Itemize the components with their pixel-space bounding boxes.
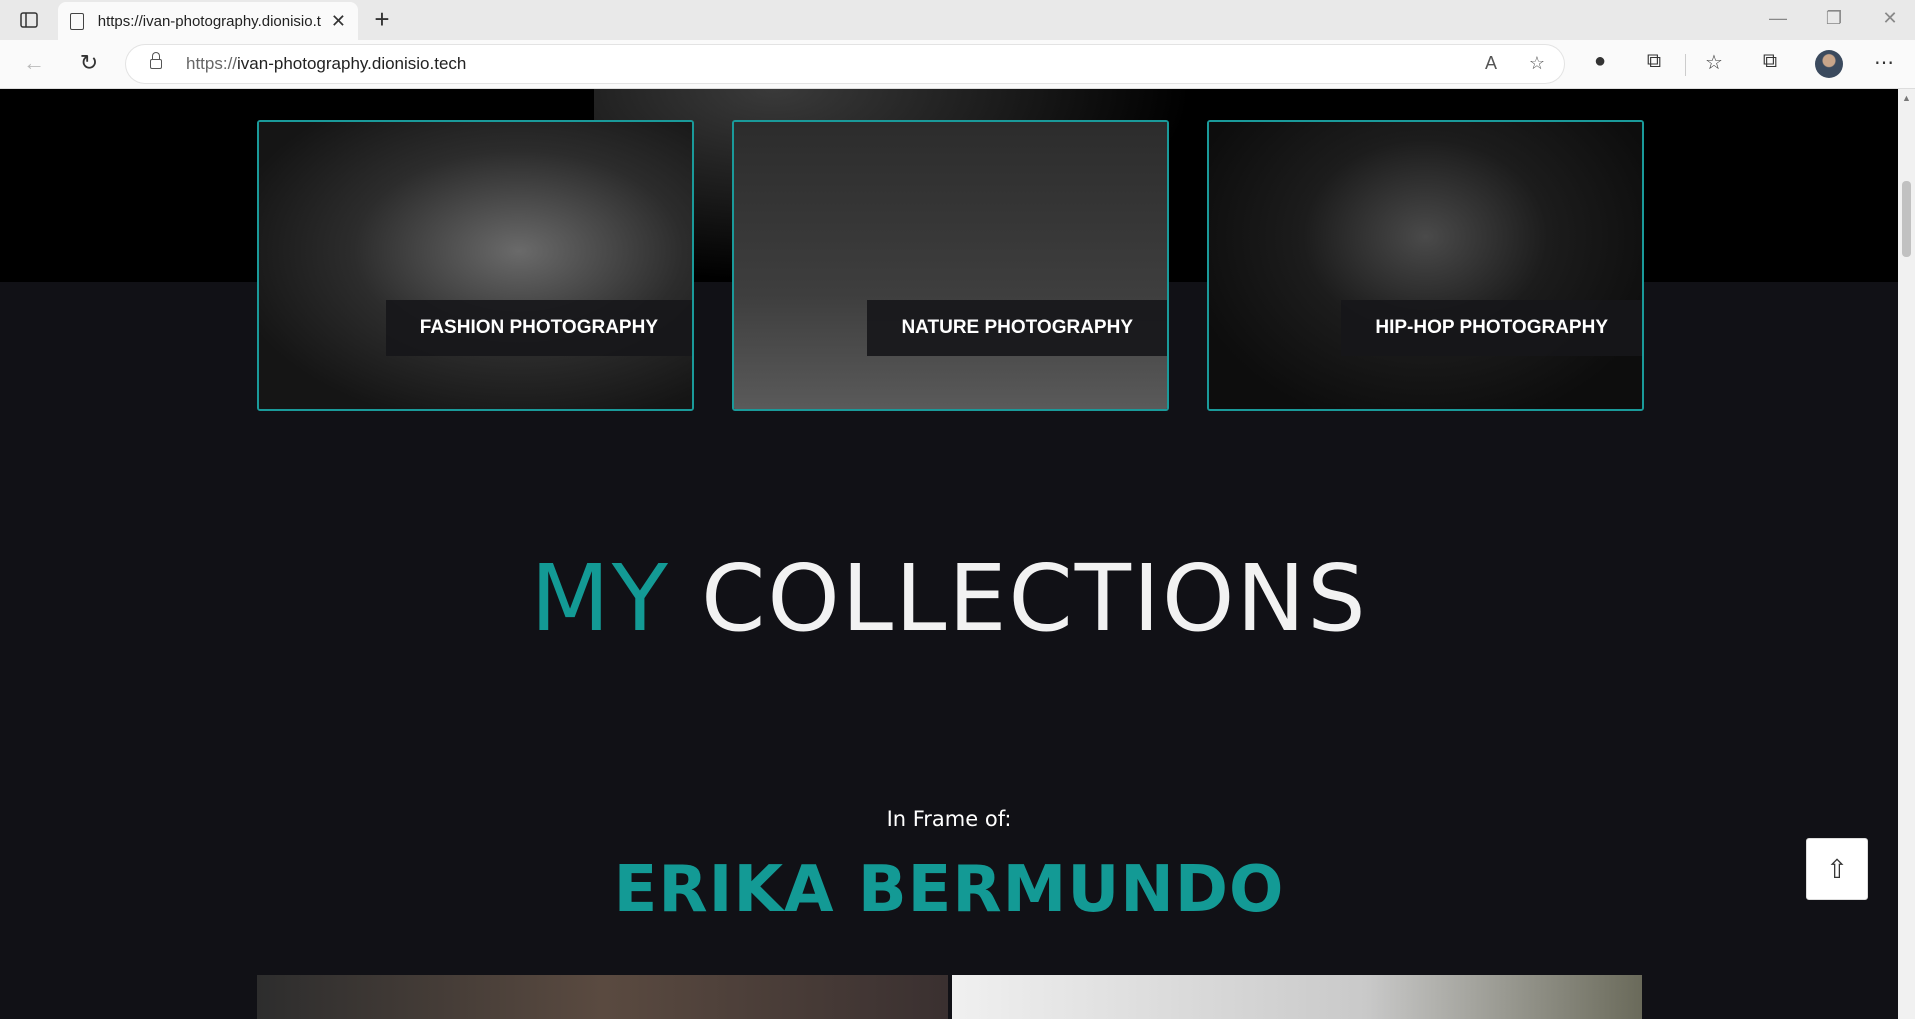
frame-label: In Frame of:: [886, 807, 1012, 831]
card-label: NATURE PHOTOGRAPHY: [867, 300, 1167, 356]
browser-tab[interactable]: https://ivan-photography.dionisio.tech ✕: [58, 2, 358, 40]
gallery-photo[interactable]: [952, 975, 1642, 1019]
nature-photo: [734, 122, 1167, 409]
close-window-icon[interactable]: ✕: [1878, 8, 1902, 29]
page-scrollbar[interactable]: ▲: [1898, 89, 1915, 1019]
tab-actions-icon[interactable]: [16, 9, 42, 31]
back-icon[interactable]: ←: [20, 50, 48, 76]
card-label: FASHION PHOTOGRAPHY: [385, 300, 692, 356]
tab-title: https://ivan-photography.dionisio.tech: [97, 12, 321, 30]
extension-icon[interactable]: ●: [1586, 50, 1614, 73]
back-to-top-button[interactable]: ⇧: [1806, 838, 1868, 900]
collections-heading: MY COLLECTIONS: [0, 544, 1898, 654]
frame-name: ERIKA BERMUNDO: [613, 853, 1285, 927]
scroll-up-icon[interactable]: ▲: [1902, 93, 1911, 103]
gallery-photo[interactable]: [257, 975, 948, 1019]
scrollbar-thumb[interactable]: [1902, 181, 1911, 257]
restore-icon[interactable]: ❐: [1822, 8, 1846, 29]
page-viewport: FASHION PHOTOGRAPHY NATURE PHOTOGRAPHY H…: [0, 89, 1898, 1019]
lock-icon[interactable]: [150, 52, 162, 70]
fashion-photo: [259, 122, 692, 409]
add-favorite-icon[interactable]: ☆: [1524, 53, 1550, 74]
fashion-photography-card[interactable]: FASHION PHOTOGRAPHY: [257, 120, 694, 411]
read-aloud-icon[interactable]: A: [1478, 53, 1504, 74]
heading-accent: MY: [530, 545, 670, 652]
page-icon: [70, 12, 84, 30]
minimize-icon[interactable]: —: [1766, 8, 1790, 29]
browser-toolbar: ← ↻ https://ivan-photography.dionisio.te…: [0, 40, 1915, 89]
hiphop-photo: [1209, 122, 1642, 409]
address-bar[interactable]: https://ivan-photography.dionisio.tech A…: [126, 45, 1564, 83]
card-label: HIP-HOP PHOTOGRAPHY: [1341, 300, 1642, 356]
heading-rest: COLLECTIONS: [701, 545, 1368, 652]
url-text[interactable]: https://ivan-photography.dionisio.tech: [186, 54, 466, 74]
new-tab-icon[interactable]: +: [368, 4, 396, 35]
close-tab-icon[interactable]: ✕: [331, 11, 346, 32]
more-options-icon[interactable]: ⋯: [1870, 50, 1898, 75]
extensions-puzzle-icon[interactable]: ⧉: [1640, 50, 1668, 73]
toolbar-divider: [1685, 54, 1686, 76]
collections-icon[interactable]: ⧉: [1756, 50, 1784, 73]
profile-avatar[interactable]: [1815, 50, 1843, 78]
nature-photography-card[interactable]: NATURE PHOTOGRAPHY: [732, 120, 1169, 411]
arrow-up-icon: ⇧: [1826, 853, 1848, 884]
hiphop-photography-card[interactable]: HIP-HOP PHOTOGRAPHY: [1207, 120, 1644, 411]
tab-bar: https://ivan-photography.dionisio.tech ✕…: [0, 0, 1915, 40]
favorites-icon[interactable]: ☆: [1700, 50, 1728, 75]
refresh-icon[interactable]: ↻: [75, 50, 103, 76]
